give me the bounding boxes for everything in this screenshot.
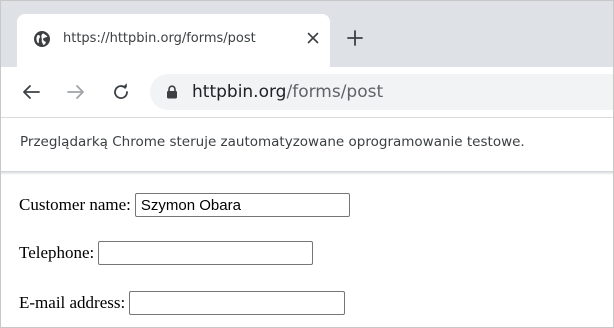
tab-title: https://httpbin.org/forms/post — [63, 31, 256, 46]
arrow-right-icon — [67, 85, 84, 99]
email-label: E-mail address: — [19, 293, 126, 312]
forward-button[interactable] — [61, 77, 91, 107]
telephone-row: Telephone: — [19, 239, 314, 267]
lock-icon[interactable] — [166, 85, 178, 99]
back-button[interactable] — [16, 77, 46, 107]
email-input[interactable] — [129, 291, 346, 315]
reload-button[interactable] — [106, 77, 136, 107]
new-tab-button[interactable] — [342, 25, 368, 51]
customer-name-label: Customer name: — [19, 195, 131, 214]
infobar-message: Przeglądarką Chrome steruje zautomatyzow… — [20, 134, 525, 150]
customer-name-input[interactable] — [134, 193, 350, 217]
tab-strip: https://httpbin.org/forms/post — [0, 0, 614, 67]
url-host: httpbin.org — [192, 82, 287, 102]
globe-icon — [34, 31, 50, 47]
browser-toolbar: httpbin.org/forms/post — [0, 67, 614, 117]
browser-tab[interactable]: https://httpbin.org/forms/post — [17, 14, 330, 67]
telephone-label: Telephone: — [19, 243, 95, 262]
reload-icon — [114, 83, 128, 99]
address-bar[interactable]: httpbin.org/forms/post — [150, 74, 614, 110]
close-icon[interactable] — [302, 27, 324, 49]
telephone-input[interactable] — [98, 241, 314, 265]
plus-icon — [347, 30, 363, 46]
arrow-left-icon — [23, 85, 40, 99]
url-text[interactable]: httpbin.org/forms/post — [192, 81, 383, 103]
url-path: /forms/post — [286, 82, 384, 102]
automation-infobar: Przeglądarką Chrome steruje zautomatyzow… — [0, 117, 614, 171]
page-content: Customer name: Telephone: E-mail address… — [0, 173, 614, 328]
customer-name-row: Customer name: — [19, 191, 350, 219]
email-row: E-mail address: — [19, 289, 346, 317]
